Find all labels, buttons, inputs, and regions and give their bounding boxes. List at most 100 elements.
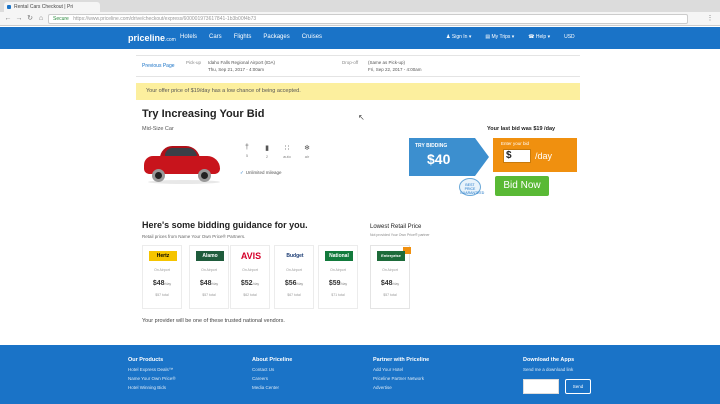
nav-cruises[interactable]: Cruises	[302, 34, 322, 40]
pickup-date: Thu, Sep 21, 2017 - 4:00am	[208, 67, 265, 72]
footer-link[interactable]: Add Your Hotel	[373, 367, 429, 372]
favicon-icon	[7, 5, 11, 9]
browser-tab[interactable]: Rental Cars Checkout | Pri	[4, 2, 100, 12]
vendor-location: On Airport	[201, 268, 217, 272]
lowest-price-title: Lowest Retail Price	[370, 224, 422, 230]
feature-passengers: † 5	[240, 144, 254, 159]
page-title: Try Increasing Your Bid	[142, 108, 265, 120]
vendor-price: $48/day	[199, 280, 219, 287]
feature-label: air	[304, 154, 310, 159]
vendor-total: $57 total	[202, 293, 216, 297]
footer-heading: Download the Apps	[523, 357, 575, 363]
browser-tab-title: Rental Cars Checkout | Pri	[14, 4, 74, 10]
browser-tab-strip: Rental Cars Checkout | Pri	[0, 0, 720, 12]
vendor-price: $48/day	[380, 280, 400, 287]
priceline-logo[interactable]: priceline.com	[128, 33, 176, 43]
ac-icon: ❄	[304, 145, 310, 152]
vendor-price: $59/day	[328, 280, 348, 287]
reload-icon[interactable]: ↻	[26, 15, 34, 23]
lowest-vendor-card: Enterprise On Airport $48/day $57 total	[370, 245, 411, 309]
try-bidding-suggestion[interactable]: TRY BIDDING $40	[409, 138, 491, 176]
enter-bid-box: Enter your bid $ /day	[493, 138, 577, 172]
vendor-card: National On Airport $59/day $71 total	[318, 245, 358, 309]
vendor-total: $71 total	[331, 293, 345, 297]
site-footer: Our Products Hotel Express Deals™ Name Y…	[0, 345, 720, 404]
browser-menu-icon[interactable]: ⋮	[706, 15, 714, 23]
lowest-price-subtitle: Not provided Your Own Price® partner	[370, 233, 430, 237]
nav-hotels[interactable]: Hotels	[180, 34, 197, 40]
vendor-total: $57 total	[155, 293, 169, 297]
footer-link[interactable]: Media Center	[252, 385, 292, 390]
currency-selector[interactable]: USD	[564, 34, 575, 40]
vendor-logo: Hertz	[149, 251, 177, 261]
my-trips-link[interactable]: ▤ My Trips ▾	[485, 34, 514, 40]
forward-icon[interactable]: →	[15, 15, 23, 23]
phone-input[interactable]	[523, 379, 559, 394]
footer-heading: Partner with Priceline	[373, 357, 430, 363]
last-bid-text: Your last bid was $19 /day	[487, 126, 556, 132]
car-features: † 5 ▮ 2 ∷ auto ❄ air	[240, 144, 314, 159]
feature-label: 2	[265, 154, 269, 159]
address-bar[interactable]: Secure https://www.priceline.com/drive/c…	[48, 14, 688, 24]
footer-link[interactable]: Contact Us	[252, 367, 292, 372]
car-image	[144, 142, 222, 186]
footer-link: Send me a download link	[523, 367, 574, 372]
footer-heading: About Priceline	[252, 357, 293, 363]
secure-label: Secure	[53, 16, 69, 22]
footer-link[interactable]: Careers	[252, 376, 292, 381]
logo-suffix: .com	[165, 37, 176, 43]
mouse-cursor-icon: ↖	[358, 113, 365, 122]
feature-ac: ❄ air	[300, 144, 314, 159]
checkmark-icon: ✓	[240, 170, 244, 175]
unlimited-mileage: ✓ Unlimited mileage	[240, 170, 282, 175]
bid-now-button[interactable]: Bid Now	[495, 176, 549, 196]
best-price-badge-icon: BEST PRICE GUARANTEED	[459, 178, 484, 196]
pickup-label: Pick-up	[186, 60, 202, 65]
footer-link[interactable]: Hotel Express Deals™	[128, 367, 176, 372]
trusted-vendors-note: Your provider will be one of these trust…	[142, 318, 285, 324]
dropoff-label: Drop-off	[342, 60, 359, 65]
sign-in-link[interactable]: ♟ Sign In ▾	[446, 34, 471, 40]
back-icon[interactable]: ←	[4, 15, 12, 23]
vendor-card: AVIS On Airport $52/day $62 total	[230, 245, 270, 309]
vendor-card: Budget On Airport $56/day $67 total	[274, 245, 314, 309]
footer-apps: Download the Apps Send me a download lin…	[523, 357, 574, 376]
footer-link[interactable]: Hotel Winning Bids	[128, 385, 176, 390]
suggested-bid-amount: $40	[427, 151, 451, 167]
footer-link[interactable]: Advertise	[373, 385, 429, 390]
nav-flights[interactable]: Flights	[234, 34, 252, 40]
vendor-logo: National	[325, 251, 353, 261]
vendor-location: On Airport	[330, 268, 346, 272]
footer-about: About Priceline Contact Us Careers Media…	[252, 357, 292, 394]
vendor-location: On Airport	[154, 268, 170, 272]
send-button[interactable]: Send	[565, 379, 591, 394]
home-icon[interactable]: ⌂	[37, 15, 45, 23]
nav-packages[interactable]: Packages	[263, 34, 289, 40]
previous-page-link[interactable]: Previous Page	[142, 63, 175, 69]
vendor-total: $62 total	[243, 293, 257, 297]
try-bidding-label: TRY BIDDING	[415, 143, 448, 149]
vendor-total: $57 total	[383, 293, 397, 297]
main-nav: Hotels Cars Flights Packages Cruises	[180, 34, 322, 40]
person-icon: †	[245, 144, 249, 151]
vendor-location: On Airport	[382, 268, 398, 272]
footer-link[interactable]: Priceline Partner Network	[373, 376, 429, 381]
url-text: https://www.priceline.com/drive/checkout…	[73, 16, 257, 22]
vendor-price: $48/day	[152, 280, 172, 287]
footer-products: Our Products Hotel Express Deals™ Name Y…	[128, 357, 176, 394]
dropoff-location: (Same as Pick-up)	[368, 60, 406, 65]
vendor-card: Hertz On Airport $48/day $57 total	[142, 245, 182, 309]
transmission-icon: ∷	[284, 145, 290, 152]
feature-transmission: ∷ auto	[280, 144, 294, 159]
vendor-location: On Airport	[242, 268, 258, 272]
bid-input[interactable]: $	[503, 149, 531, 163]
footer-link[interactable]: Name Your Own Price®	[128, 376, 176, 381]
bag-icon: ▮	[265, 145, 269, 152]
nav-cars[interactable]: Cars	[209, 34, 222, 40]
vendor-logo: Budget	[281, 251, 309, 261]
logo-text: priceline	[128, 33, 166, 43]
vendor-logo: AVIS	[237, 251, 265, 261]
per-day-unit: /day	[535, 151, 553, 161]
feature-label: 5	[245, 153, 249, 158]
help-link[interactable]: ☎ Help ▾	[528, 34, 550, 40]
